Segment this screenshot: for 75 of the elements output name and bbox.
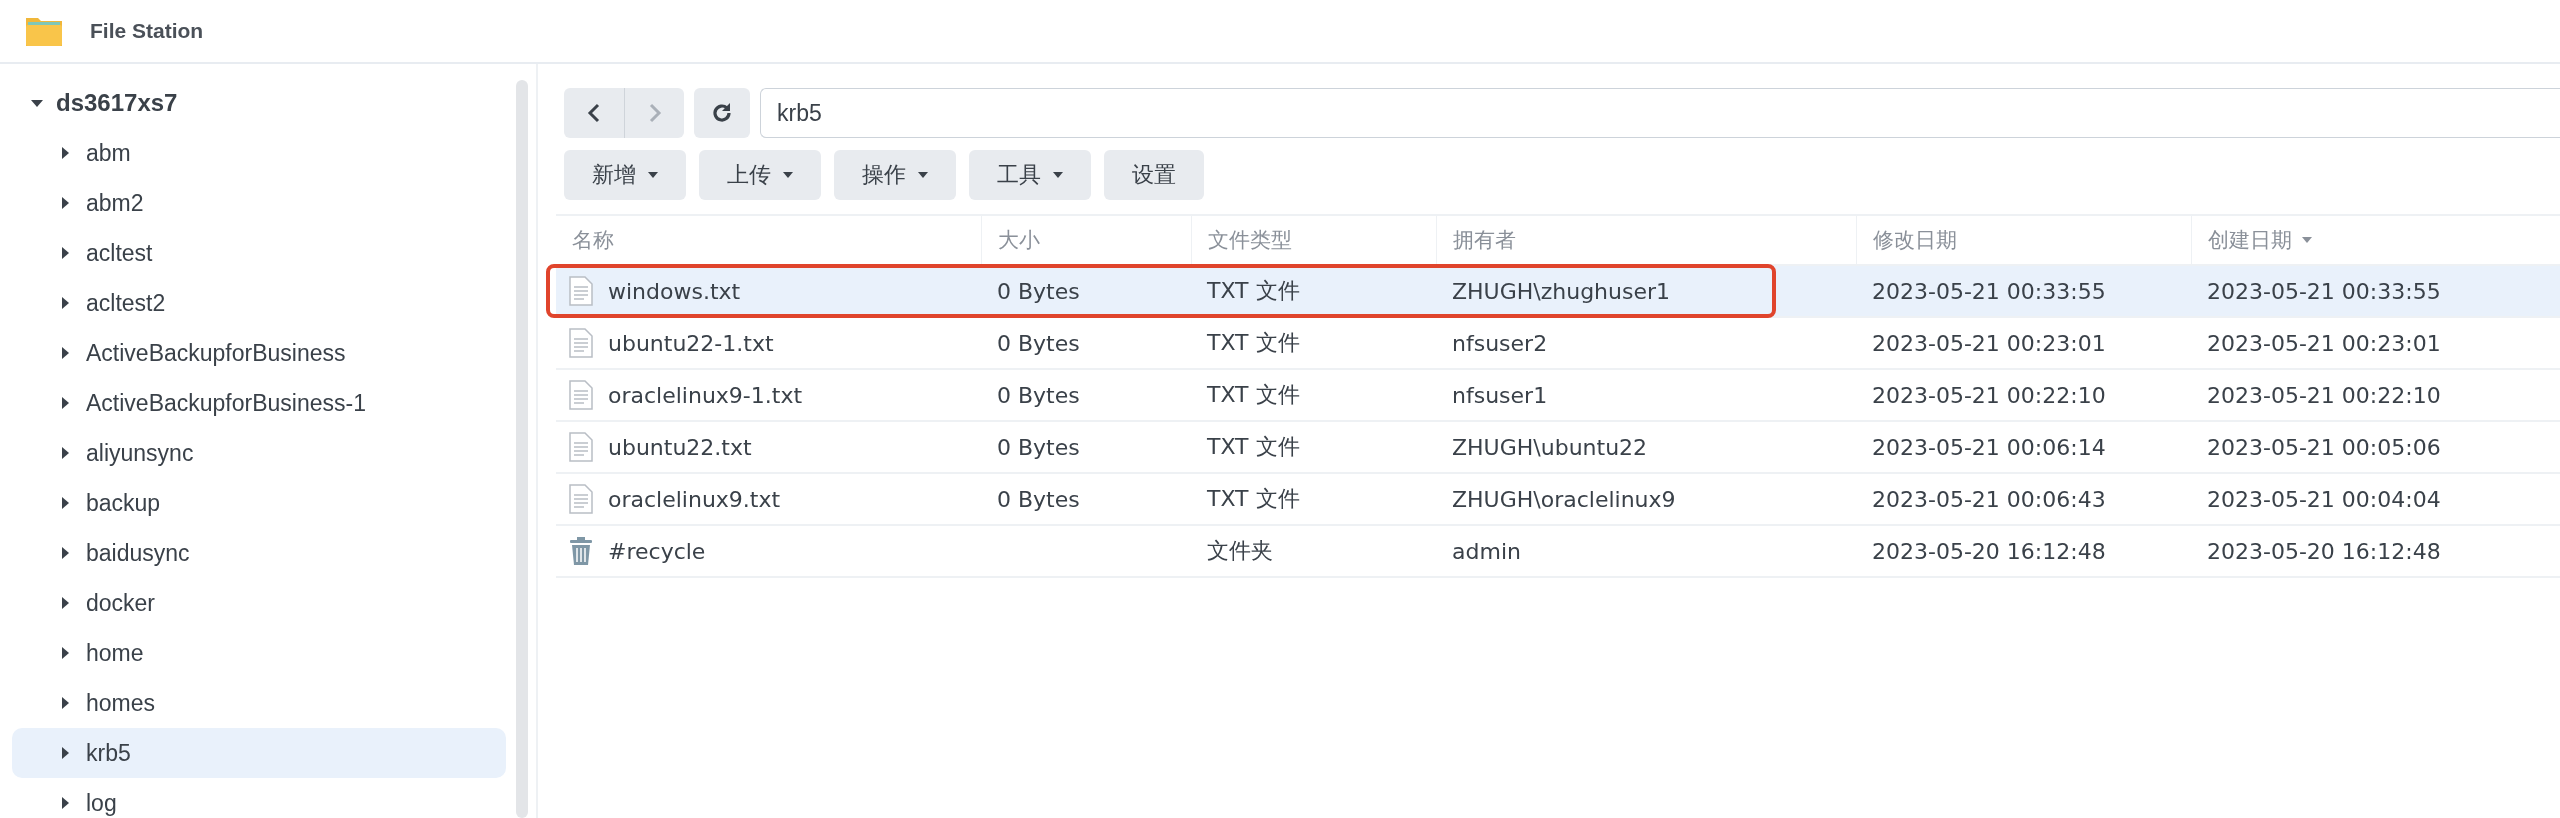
file-name: ubuntu22-1.txt [608,330,774,356]
file-name: oraclelinux9-1.txt [608,382,803,408]
table-cell: 2023-05-21 00:22:10 [1872,382,2106,408]
tree-item[interactable]: ds3617xs7 [12,78,506,128]
tree-item[interactable]: homes [12,678,506,728]
table-row[interactable]: oraclelinux9-1.txt 0 Bytes TXT 文件 nfsuser1 2023-05-21 00:22:10 2023-05-21 00:22:10 [556,370,2560,422]
caret-icon [1053,172,1063,178]
tree-item[interactable]: acltest [12,228,506,278]
table-row[interactable]: oraclelinux9.txt 0 Bytes TXT 文件 ZHUGH\oraclelinux9 2023-05-21 00:06:43 2023-05-21 00:04:04 [556,474,2560,526]
toolbar-button[interactable]: 操作 [834,150,956,200]
table-cell: ZHUGH\zhughuser1 [1452,278,1671,304]
tree-item[interactable]: log [12,778,506,818]
caret-icon [918,172,928,178]
table-cell-text: TXT 文件 [1207,433,1300,461]
file-name: oraclelinux9.txt [608,486,781,512]
table-cell: 2023-05-21 00:23:01 [1872,330,2106,356]
toolbar-button[interactable]: 工具 [969,150,1091,200]
tree-item[interactable]: acltest2 [12,278,506,328]
document-icon [568,432,594,462]
table-cell: 0 Bytes [997,382,1080,408]
tree-item[interactable]: home [12,628,506,678]
table-cell: 0 Bytes [997,278,1080,304]
table-cell-text: TXT 文件 [1207,381,1300,409]
table-cell-text: TXT 文件 [1207,277,1300,305]
tree-item[interactable]: baidusync [12,528,506,578]
table-cell: 2023-05-20 16:12:48 [1872,538,2106,564]
scrollbar[interactable] [516,80,528,818]
table-cell: 2023-05-21 00:22:10 [2207,382,2441,408]
table-cell: 2023-05-21 00:33:55 [1872,278,2106,304]
tree-item[interactable]: docker [12,578,506,628]
document-icon [568,276,594,306]
table-cell: nfsuser1 [1452,382,1548,408]
table-cell-text: TXT 文件 [1207,485,1300,513]
table-cell: ZHUGH\ubuntu22 [1452,434,1648,460]
tree-item[interactable]: aliyunsync [12,428,506,478]
toolbar-button[interactable]: 上传 [699,150,821,200]
table-cell: 2023-05-21 00:06:43 [1872,486,2106,512]
table-cell: 0 Bytes [997,330,1080,356]
refresh-icon [710,101,734,125]
table-row[interactable]: ubuntu22-1.txt 0 Bytes TXT 文件 nfsuser2 2023-05-21 00:23:01 2023-05-21 00:23:01 [556,318,2560,370]
table-cell: ZHUGH\oraclelinux9 [1452,486,1676,512]
tree-item[interactable]: backup [12,478,506,528]
table-cell: 2023-05-21 00:33:55 [2207,278,2441,304]
document-icon [568,484,594,514]
path-field[interactable]: krb5 [760,88,2560,138]
table-cell-text: TXT 文件 [1207,329,1300,357]
tree-item[interactable]: abm [12,128,506,178]
table-cell: 2023-05-21 00:06:14 [1872,434,2106,460]
document-icon [568,380,594,410]
caret-icon [648,172,658,178]
file-name: #recycle [608,538,706,564]
table-cell: 2023-05-21 00:05:06 [2207,434,2441,460]
table-cell: 0 Bytes [997,486,1080,512]
table-cell: 0 Bytes [997,434,1080,460]
file-name: ubuntu22.txt [608,434,752,460]
trash-icon [568,536,594,566]
file-name: windows.txt [608,278,741,304]
refresh-button[interactable] [694,88,750,138]
table-cell: nfsuser2 [1452,330,1548,356]
document-icon [568,328,594,358]
toolbar-button[interactable]: 新增 [564,150,686,200]
tree-item[interactable]: ActiveBackupforBusiness-1 [12,378,506,428]
table-row[interactable]: ubuntu22.txt 0 Bytes TXT 文件 ZHUGH\ubuntu22 2023-05-21 00:06:14 2023-05-21 00:05:06 [556,422,2560,474]
toolbar-button[interactable]: 设置 [1104,150,1204,200]
table-cell: 2023-05-21 00:04:04 [2207,486,2441,512]
table-cell: 2023-05-20 16:12:48 [2207,538,2441,564]
tree-item[interactable]: krb5 [12,728,506,778]
window-title: File Station [90,19,204,43]
table-cell: admin [1452,538,1521,564]
caret-icon [783,172,793,178]
table-cell-text: 文件夹 [1207,537,1273,565]
tree-item[interactable]: ActiveBackupforBusiness [12,328,506,378]
tree-item[interactable]: abm2 [12,178,506,228]
table-row[interactable]: #recycle 文件夹 admin 2023-05-20 16:12:48 2023-05-20 16:12:48 [556,526,2560,578]
table-cell: 2023-05-21 00:23:01 [2207,330,2441,356]
